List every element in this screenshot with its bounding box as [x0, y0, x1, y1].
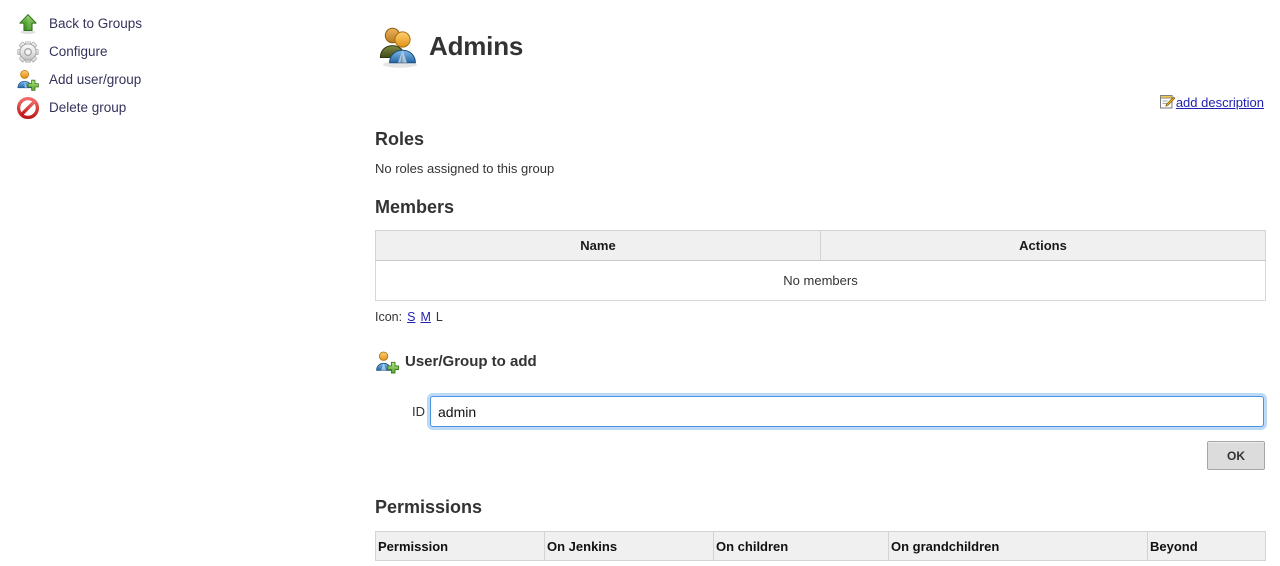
- permissions-column-permission: Permission: [375, 531, 545, 561]
- sidebar-item-add-user-group[interactable]: Add user/group: [0, 66, 360, 94]
- gear-icon: [16, 40, 40, 64]
- up-arrow-icon: [16, 12, 40, 36]
- id-input-wrapper: [430, 396, 1264, 427]
- permissions-column-on-grandchildren: On grandchildren: [888, 531, 1148, 561]
- icon-size-label: Icon:: [375, 310, 403, 324]
- permissions-heading: Permissions: [375, 497, 483, 517]
- members-empty-row: No members: [375, 260, 1266, 301]
- sidebar-item-back-to-groups[interactable]: Back to Groups: [0, 10, 360, 38]
- icon-size-option-s[interactable]: S: [407, 310, 415, 324]
- page-root: Back to Groups Configure Add user/group …: [0, 0, 1280, 566]
- sidebar-item-label: Add user/group: [49, 72, 142, 87]
- sidebar-item-label: Configure: [49, 44, 108, 59]
- id-field-label: ID: [412, 404, 425, 419]
- sidebar: Back to Groups Configure Add user/group …: [0, 0, 360, 566]
- ok-button-row: OK: [375, 441, 1265, 470]
- icon-size-selector: Icon: S M L: [375, 310, 1264, 324]
- page-header: Admins: [375, 20, 1264, 72]
- id-field-row: ID: [375, 396, 1264, 427]
- ok-button[interactable]: OK: [1207, 441, 1265, 470]
- id-input[interactable]: [430, 396, 1264, 427]
- members-table: Name Actions No members: [375, 230, 1266, 301]
- permissions-table: Permission On Jenkins On children On gra…: [375, 531, 1266, 561]
- sidebar-item-label: Delete group: [49, 100, 127, 115]
- permissions-column-on-children: On children: [713, 531, 889, 561]
- add-user-group-title: User/Group to add: [405, 353, 537, 370]
- permissions-table-header-row: Permission On Jenkins On children On gra…: [375, 531, 1266, 561]
- roles-heading: Roles: [375, 129, 425, 149]
- add-description-label: add description: [1175, 94, 1264, 110]
- sidebar-item-label: Back to Groups: [49, 16, 143, 31]
- description-row: add description: [375, 94, 1264, 110]
- icon-size-option-l: L: [435, 310, 443, 324]
- permissions-column-on-jenkins: On Jenkins: [544, 531, 714, 561]
- members-empty-text: No members: [375, 260, 1266, 301]
- delete-icon: [16, 96, 40, 120]
- add-user-icon: [375, 350, 401, 374]
- members-column-name: Name: [375, 230, 821, 261]
- main-content: Admins add description Roles No roles as…: [360, 0, 1280, 566]
- members-column-actions: Actions: [820, 230, 1266, 261]
- edit-description-icon: [1159, 94, 1176, 110]
- add-user-group-block: User/Group to add ID OK: [375, 350, 1265, 470]
- page-title: Admins: [429, 31, 524, 61]
- sidebar-item-configure[interactable]: Configure: [0, 38, 360, 66]
- members-heading: Members: [375, 197, 455, 217]
- icon-size-option-m[interactable]: M: [420, 310, 430, 324]
- add-user-icon: [16, 68, 40, 92]
- group-people-icon: [375, 22, 423, 70]
- members-table-header-row: Name Actions: [375, 230, 1266, 261]
- add-description-link[interactable]: add description: [1159, 94, 1264, 110]
- permissions-column-beyond: Beyond: [1147, 531, 1266, 561]
- add-user-group-header: User/Group to add: [375, 350, 1264, 374]
- sidebar-item-delete-group[interactable]: Delete group: [0, 94, 360, 122]
- roles-empty-text: No roles assigned to this group: [375, 161, 555, 176]
